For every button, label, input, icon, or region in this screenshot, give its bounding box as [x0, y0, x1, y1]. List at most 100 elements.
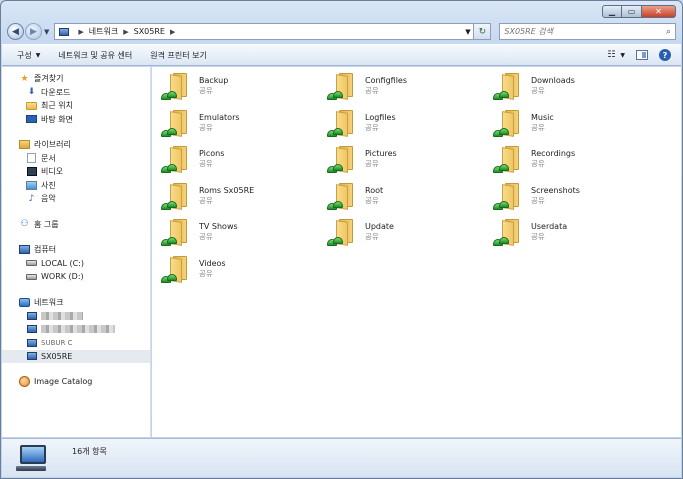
shared-folder-item[interactable]: Videos 공유 [161, 254, 327, 291]
view-remote-printers-button[interactable]: 원격 프린터 보기 [150, 50, 207, 61]
nav-homegroup-label: 홈 그룹 [34, 219, 59, 229]
folder-name: Backup [199, 76, 229, 85]
homegroup-group: ⚇ 홈 그룹 [2, 218, 150, 232]
view-options-icon[interactable]: ☷ [604, 49, 618, 62]
minimize-button[interactable]: ▁ [602, 5, 622, 18]
back-arrow-icon: ◀ [12, 26, 19, 37]
view-options-dropdown-icon[interactable]: ▼ [620, 52, 625, 59]
network-computer-icon [26, 311, 37, 320]
nav-item-desktop[interactable]: 바탕 화면 [2, 113, 150, 127]
shared-folder-icon [493, 144, 523, 176]
nav-item-music[interactable]: ♪ 음악 [2, 192, 150, 206]
shared-folder-item[interactable]: Emulators 공유 [161, 108, 327, 145]
nav-item-videos[interactable]: 비디오 [2, 165, 150, 179]
nav-item-label: 사진 [41, 180, 56, 190]
shared-folder-item[interactable]: Recordings 공유 [493, 144, 659, 181]
shared-folder-icon [493, 108, 523, 140]
search-icon[interactable]: ⌕ [666, 27, 671, 37]
shared-folder-item[interactable]: Downloads 공유 [493, 71, 659, 108]
breadcrumb-sx05re[interactable]: SX05RE [134, 27, 165, 36]
folder-name: Videos [199, 258, 226, 268]
nav-item-downloads[interactable]: ⬇ 다운로드 [2, 86, 150, 100]
desktop-icon [26, 115, 37, 124]
folder-name: Root [365, 185, 384, 195]
nav-item-drive-c[interactable]: LOCAL (C:) [2, 257, 150, 271]
nav-libraries-label: 라이브러리 [34, 140, 71, 150]
shared-folders-grid: Backup 공유 Configfiles 공유 Downloads 공유 Emulator… [161, 71, 659, 291]
close-button[interactable]: ✕ [642, 5, 676, 18]
folder-type: 공유 [531, 159, 545, 169]
folder-type: 공유 [365, 159, 379, 169]
nav-item-label: WORK (D:) [41, 272, 84, 282]
shared-folder-item[interactable]: Configfiles 공유 [327, 71, 493, 108]
nav-network[interactable]: 네트워크 [2, 296, 150, 310]
network-computer-icon [26, 352, 37, 361]
refresh-icon: ↻ [478, 26, 487, 37]
nav-network-computer[interactable]: SUBUR C [2, 336, 150, 350]
folder-name: TV Shows [199, 222, 238, 232]
shared-folder-icon [327, 144, 357, 176]
nav-network-computer[interactable] [2, 323, 150, 337]
back-button[interactable]: ◀ [7, 23, 24, 40]
item-count: 16개 항목 [72, 446, 107, 456]
shared-folder-item[interactable]: Pictures 공유 [327, 144, 493, 181]
nav-network-sx05re[interactable]: SX05RE [2, 349, 150, 363]
shared-folder-item[interactable]: Picons 공유 [161, 144, 327, 181]
breadcrumb-separator-icon[interactable]: ▶ [78, 28, 83, 36]
shared-folder-item[interactable]: Update 공유 [327, 217, 493, 254]
nav-image-catalog-label: Image Catalog [34, 377, 93, 387]
image-catalog-group: Image Catalog [2, 375, 150, 389]
nav-item-label: SX05RE [41, 351, 73, 361]
nav-item-label: 바탕 화면 [41, 114, 73, 124]
nav-libraries[interactable]: 라이브러리 [2, 138, 150, 152]
computer-group: 컴퓨터 LOCAL (C:) WORK (D:) [2, 243, 150, 284]
address-bar[interactable]: ▶ 네트워크 ▶ SX05RE ▶ ▼ [54, 23, 475, 40]
shared-folder-item[interactable]: Root 공유 [327, 181, 493, 218]
nav-item-pictures[interactable]: 사진 [2, 179, 150, 193]
shared-folder-icon [161, 144, 191, 176]
breadcrumb-separator-icon[interactable]: ▶ [123, 28, 128, 36]
preview-pane-button[interactable] [635, 49, 649, 62]
nav-network-computer[interactable] [2, 309, 150, 323]
address-dropdown-icon[interactable]: ▼ [462, 28, 473, 36]
star-icon: ★ [20, 73, 29, 84]
breadcrumb-network[interactable]: 네트워크 [89, 26, 118, 37]
recent-places-icon [26, 101, 37, 110]
forward-button[interactable]: ▶ [25, 23, 42, 40]
nav-homegroup[interactable]: ⚇ 홈 그룹 [2, 218, 150, 232]
shared-folder-item[interactable]: TV Shows 공유 [161, 217, 327, 254]
nav-item-label: LOCAL (C:) [41, 258, 85, 268]
nav-favorites[interactable]: ★ 즐겨찾기 [2, 72, 150, 86]
downloads-icon: ⬇ [27, 87, 36, 98]
redacted-name [41, 311, 83, 320]
redacted-name [41, 325, 115, 334]
shared-folder-item[interactable]: Backup 공유 [161, 71, 327, 108]
shared-folder-item[interactable]: Roms Sx05RE 공유 [161, 181, 327, 218]
shared-folder-icon [327, 71, 357, 103]
shared-folder-item[interactable]: Music 공유 [493, 108, 659, 145]
shared-folder-icon [493, 71, 523, 103]
favorites-group: ★ 즐겨찾기 ⬇ 다운로드 최근 위치 바탕 화면 [2, 72, 150, 126]
folder-type: 공유 [365, 232, 379, 242]
nav-item-drive-d[interactable]: WORK (D:) [2, 270, 150, 284]
folder-name: Configfiles [365, 76, 408, 85]
maximize-button[interactable]: ▭ [622, 5, 642, 18]
shared-folder-item[interactable]: Screenshots 공유 [493, 181, 659, 218]
network-sharing-center-button[interactable]: 네트워크 및 공유 센터 [58, 50, 132, 61]
nav-image-catalog[interactable]: Image Catalog [2, 375, 150, 389]
organize-menu[interactable]: 구성 ▼ [17, 50, 40, 61]
network-location-icon [59, 27, 70, 36]
nav-item-recent-places[interactable]: 최근 위치 [2, 99, 150, 113]
search-input[interactable] [504, 27, 635, 36]
nav-computer[interactable]: 컴퓨터 [2, 243, 150, 257]
shared-folder-item[interactable]: Userdata 공유 [493, 217, 659, 254]
breadcrumb-separator-icon[interactable]: ▶ [170, 28, 175, 36]
shared-folder-item[interactable]: Logfiles 공유 [327, 108, 493, 145]
folder-type: 공유 [365, 122, 379, 132]
nav-network-label: 네트워크 [34, 297, 64, 307]
search-box[interactable]: ⌕ [499, 23, 676, 40]
nav-item-documents[interactable]: 문서 [2, 152, 150, 166]
refresh-button[interactable]: ↻ [474, 23, 492, 40]
help-icon[interactable]: ? [659, 49, 671, 61]
recent-pages-dropdown[interactable]: ▼ [44, 28, 49, 36]
